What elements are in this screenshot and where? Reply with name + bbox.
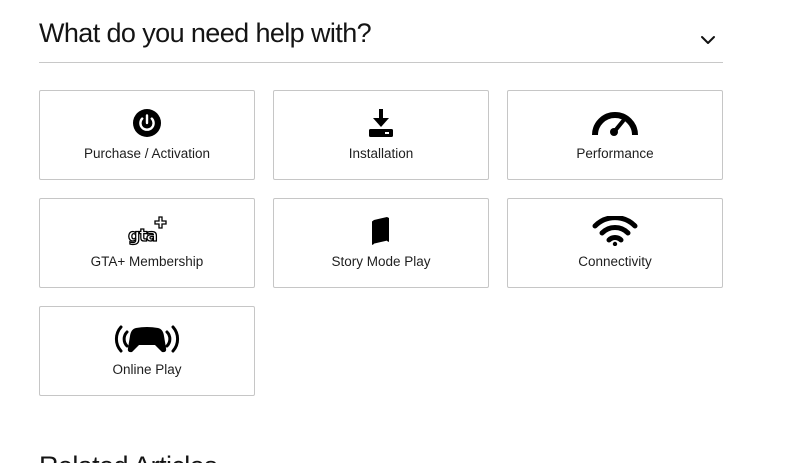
category-card-online-play[interactable]: Online Play — [39, 306, 255, 396]
category-card-installation[interactable]: Installation — [273, 90, 489, 180]
category-card-purchase-activation[interactable]: Purchase / Activation — [39, 90, 255, 180]
category-label: Story Mode Play — [331, 254, 431, 269]
category-card-connectivity[interactable]: Connectivity — [507, 198, 723, 288]
help-page: What do you need help with? Purchase / A… — [0, 0, 796, 463]
category-label: Connectivity — [578, 254, 652, 269]
category-label: GTA+ Membership — [90, 254, 204, 269]
category-card-gta-plus-membership[interactable]: gta GTA+ Membership — [39, 198, 255, 288]
help-title: What do you need help with? — [39, 18, 372, 48]
chevron-down-icon[interactable] — [700, 34, 716, 46]
power-icon — [112, 105, 182, 141]
help-category-grid: Purchase / Activation Installation Perfo… — [39, 90, 723, 396]
wifi-icon — [580, 213, 650, 249]
category-card-performance[interactable]: Performance — [507, 90, 723, 180]
category-card-story-mode-play[interactable]: Story Mode Play — [273, 198, 489, 288]
category-label: Purchase / Activation — [83, 146, 211, 161]
speedometer-icon — [580, 105, 650, 141]
category-label: Online Play — [112, 362, 182, 377]
book-icon — [346, 213, 416, 249]
help-accordion-header[interactable]: What do you need help with? — [39, 14, 723, 63]
category-label: Performance — [576, 146, 654, 161]
svg-text:gta: gta — [128, 226, 157, 246]
download-icon — [346, 105, 416, 141]
category-label: Installation — [348, 146, 414, 161]
next-section-title: Related Articles — [39, 451, 218, 463]
gta-plus-icon: gta — [112, 213, 182, 249]
wireless-controller-icon — [112, 321, 182, 357]
